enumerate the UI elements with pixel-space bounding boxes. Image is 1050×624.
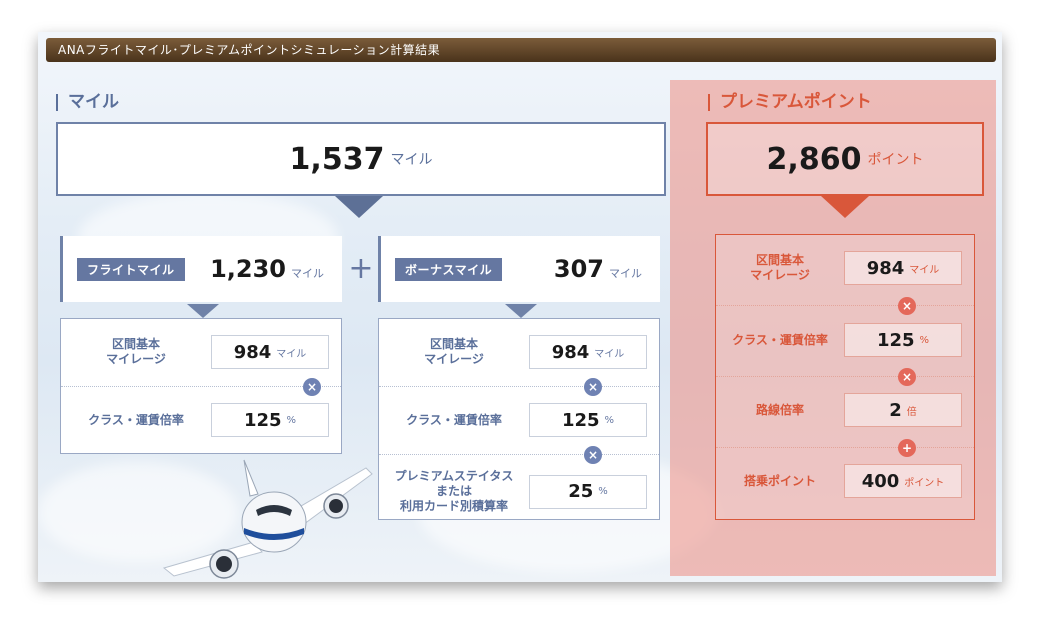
divider xyxy=(716,376,974,377)
detail-row-class-rate: クラス・運賃倍率 125 % xyxy=(379,403,659,437)
premium-points-detail: 区間基本 マイレージ 984 マイル × クラス・運賃倍率 125 % × 路線… xyxy=(715,234,975,520)
multiply-icon: × xyxy=(898,297,916,315)
divider xyxy=(379,454,659,455)
value-unit: マイル xyxy=(594,348,625,360)
multiply-icon: × xyxy=(584,378,602,396)
value-unit: マイル xyxy=(909,264,940,276)
miles-total-value: 1,537 xyxy=(289,141,385,177)
value-unit: 倍 xyxy=(906,406,917,418)
bonus-miles-number: 307 xyxy=(553,255,604,283)
divider xyxy=(61,386,341,387)
value-unit: % xyxy=(598,486,608,497)
value-number: 400 xyxy=(861,470,900,492)
bonus-miles-detail: 区間基本 マイレージ 984 マイル × クラス・運賃倍率 125 % × プレ… xyxy=(378,318,660,520)
flight-miles-header: フライトマイル 1,230 マイル xyxy=(60,236,342,302)
divider xyxy=(379,386,659,387)
row-label-line: マイレージ xyxy=(424,352,484,366)
pp-row-base-mileage: 区間基本 マイレージ 984 マイル xyxy=(716,251,974,285)
divider xyxy=(716,447,974,448)
row-label: プレミアムステイタス または 利用カード別積算率 xyxy=(379,469,529,514)
miles-heading: マイル xyxy=(56,94,119,111)
page-title: ANAフライトマイル･プレミアムポイントシミュレーション計算結果 xyxy=(46,38,996,62)
value-number: 125 xyxy=(876,329,915,351)
premium-points-total-value: 2,860 xyxy=(766,141,862,177)
premium-points-total-box: 2,860 ポイント xyxy=(706,122,984,196)
pp-row-boarding-points: 搭乗ポイント 400 ポイント xyxy=(716,464,974,498)
value-unit: ポイント xyxy=(904,477,945,489)
value-box: 984 マイル xyxy=(211,335,329,369)
row-label-line: マイレージ xyxy=(750,268,810,282)
value-box: 25 % xyxy=(529,474,647,509)
detail-row-class-rate: クラス・運賃倍率 125 % xyxy=(61,403,341,437)
value-unit: % xyxy=(604,414,615,426)
value-number: 125 xyxy=(243,409,282,431)
multiply-icon: × xyxy=(303,378,321,396)
row-label: 区間基本 マイレージ xyxy=(61,337,211,367)
flight-miles-number: 1,230 xyxy=(210,255,286,283)
bonus-miles-unit: マイル xyxy=(609,267,642,280)
row-label-line: 区間基本 xyxy=(111,337,160,351)
bonus-arrow-down-icon xyxy=(505,304,537,318)
value-number: 25 xyxy=(568,481,594,502)
result-panel: ANAフライトマイル･プレミアムポイントシミュレーション計算結果 マイル 1,5… xyxy=(38,32,1002,582)
row-label: クラス・運賃倍率 xyxy=(88,412,184,427)
value-number: 984 xyxy=(551,341,590,363)
value-box: 984 マイル xyxy=(844,251,962,285)
row-label: 区間基本 マイレージ xyxy=(379,337,529,367)
detail-row-status-rate: プレミアムステイタス または 利用カード別積算率 25 % xyxy=(379,469,659,514)
value-number: 125 xyxy=(561,409,600,431)
detail-row-base-mileage: 区間基本 マイレージ 984 マイル xyxy=(61,335,341,369)
premium-points-total-unit: ポイント xyxy=(867,152,924,168)
value-box: 125 % xyxy=(211,403,329,437)
pp-row-class-rate: クラス・運賃倍率 125 % xyxy=(716,323,974,357)
plus-icon: + xyxy=(348,251,374,286)
miles-total-box: 1,537 マイル xyxy=(56,122,666,196)
bonus-miles-value: 307 マイル xyxy=(554,255,642,283)
multiply-icon: × xyxy=(898,368,916,386)
value-unit: % xyxy=(919,334,930,346)
row-label-line: プレミアムステイタス xyxy=(394,469,514,483)
miles-total-unit: マイル xyxy=(390,152,433,168)
value-number: 984 xyxy=(233,341,272,363)
detail-row-base-mileage: 区間基本 マイレージ 984 マイル xyxy=(379,335,659,369)
plus-circle-icon: + xyxy=(898,439,916,457)
row-label: 搭乗ポイント xyxy=(743,473,816,488)
row-label-line: 区間基本 xyxy=(429,337,478,351)
miles-arrow-down-icon xyxy=(335,196,383,218)
value-box: 2 倍 xyxy=(844,393,962,427)
airplane-illustration xyxy=(162,459,373,579)
flight-arrow-down-icon xyxy=(187,304,219,318)
bonus-miles-header: ボーナスマイル 307 マイル xyxy=(378,236,660,302)
flight-miles-detail: 区間基本 マイレージ 984 マイル × クラス・運賃倍率 125 % xyxy=(60,318,342,454)
row-label: 区間基本 マイレージ xyxy=(716,253,844,283)
flight-miles-value: 1,230 マイル xyxy=(210,255,324,283)
pp-row-route-rate: 路線倍率 2 倍 xyxy=(716,393,974,427)
bonus-miles-badge: ボーナスマイル xyxy=(395,257,503,281)
row-label: クラス・運賃倍率 xyxy=(732,332,828,347)
row-label: クラス・運賃倍率 xyxy=(406,412,502,427)
row-label: 路線倍率 xyxy=(755,402,804,417)
value-number: 2 xyxy=(889,399,902,421)
row-label-line: または xyxy=(435,484,472,498)
multiply-icon: × xyxy=(584,446,602,464)
flight-miles-badge: フライトマイル xyxy=(77,257,185,281)
flight-miles-unit: マイル xyxy=(291,267,324,280)
row-label-line: 区間基本 xyxy=(755,253,804,267)
divider xyxy=(716,305,974,306)
value-box: 125 % xyxy=(529,403,647,437)
value-box: 984 マイル xyxy=(529,335,647,369)
premium-arrow-down-icon xyxy=(821,196,869,218)
value-number: 984 xyxy=(866,257,905,279)
value-box: 400 ポイント xyxy=(844,464,962,498)
value-unit: マイル xyxy=(276,348,307,360)
value-box: 125 % xyxy=(844,323,962,357)
value-unit: % xyxy=(286,414,297,426)
premium-points-heading: プレミアムポイント xyxy=(708,94,872,111)
row-label-line: 利用カード別積算率 xyxy=(399,499,508,513)
row-label-line: マイレージ xyxy=(106,352,166,366)
